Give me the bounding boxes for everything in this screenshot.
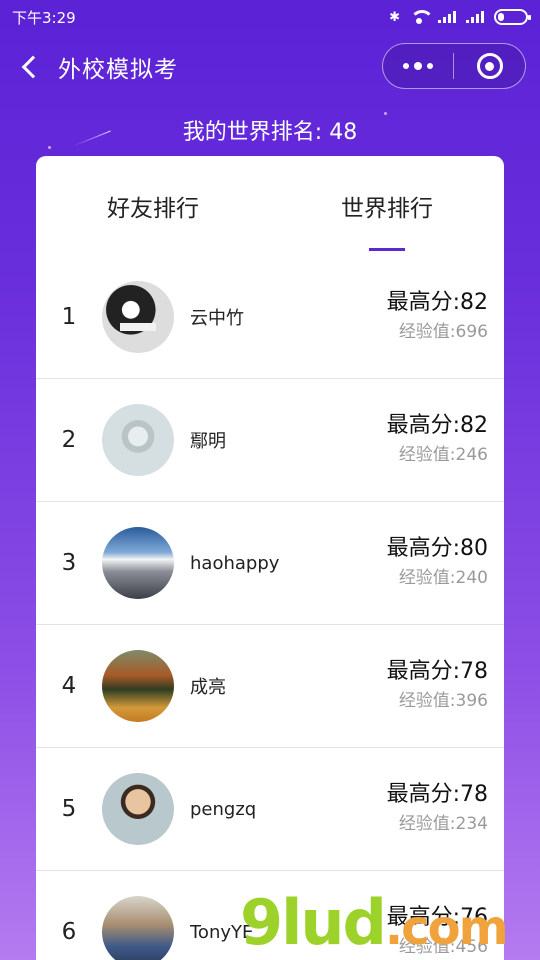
list-item[interactable]: 2 鄢明 最高分:82 经验值:246 <box>36 379 504 502</box>
close-button[interactable] <box>454 44 525 88</box>
best-score: 最高分:82 <box>386 413 488 438</box>
rank-number: 4 <box>61 673 77 699</box>
rank-number: 6 <box>61 919 77 945</box>
user-name: 云中竹 <box>190 308 244 329</box>
user-name: 成亮 <box>190 677 226 698</box>
avatar <box>102 281 174 353</box>
target-circle-icon <box>476 53 503 79</box>
tab-world-label: 世界排行 <box>341 196 433 222</box>
more-dots-icon <box>427 63 433 69</box>
tab-friends[interactable]: 好友排行 <box>36 156 270 256</box>
experience: 经验值:246 <box>398 445 488 465</box>
score-block: 最高分:76 经验值:456 <box>354 903 504 960</box>
best-score: 最高分:80 <box>386 536 488 561</box>
ranking-card: 好友排行 世界排行 1 云中竹 最高分:82 经验值:696 2 鄢明 最高分:… <box>36 156 504 960</box>
avatar <box>102 896 174 960</box>
best-score: 最高分:82 <box>386 290 488 315</box>
list-item[interactable]: 4 成亮 最高分:78 经验值:396 <box>36 625 504 748</box>
avatar <box>102 527 174 599</box>
user-name: haohappy <box>190 552 280 574</box>
experience: 经验值:456 <box>398 937 488 957</box>
status-time: 下午3:29 <box>12 8 76 27</box>
avatar <box>102 773 174 845</box>
experience: 经验值:696 <box>398 322 488 342</box>
score-block: 最高分:78 经验值:234 <box>354 780 504 838</box>
best-score: 最高分:76 <box>386 905 488 930</box>
user-name: 鄢明 <box>190 431 226 452</box>
experience: 经验值:234 <box>398 814 488 834</box>
list-item[interactable]: 1 云中竹 最高分:82 经验值:696 <box>36 256 504 379</box>
battery-icon <box>494 9 531 25</box>
signal-icon <box>466 11 484 23</box>
tab-world[interactable]: 世界排行 <box>270 156 504 256</box>
status-bar: 下午3:29 ✱ <box>0 0 540 34</box>
list-item[interactable]: 6 TonyYE 最高分:76 经验值:456 <box>36 871 504 960</box>
rank-number: 2 <box>61 427 77 453</box>
user-name: pengzq <box>190 798 257 820</box>
user-name: TonyYE <box>190 921 254 943</box>
more-button[interactable] <box>383 44 453 88</box>
bluetooth-icon: ✱ <box>389 9 400 25</box>
page-title: 外校模拟考 <box>58 57 178 83</box>
tab-active-indicator <box>369 248 405 251</box>
experience: 经验值:240 <box>398 568 488 588</box>
signal-icon <box>438 11 456 23</box>
rank-number: 3 <box>61 550 77 576</box>
list-item[interactable]: 3 haohappy 最高分:80 经验值:240 <box>36 502 504 625</box>
avatar <box>102 650 174 722</box>
wifi-icon <box>410 10 434 24</box>
score-block: 最高分:78 经验值:396 <box>354 657 504 715</box>
chevron-left-icon <box>21 55 45 79</box>
more-dots-icon <box>414 62 422 70</box>
experience: 经验值:396 <box>398 691 488 711</box>
sparkle <box>48 146 51 149</box>
world-rank-text: 我的世界排名: 48 <box>182 120 358 145</box>
tab-bar: 好友排行 世界排行 <box>36 156 504 256</box>
score-block: 最高分:82 经验值:246 <box>354 411 504 469</box>
mini-program-capsule <box>382 43 526 89</box>
score-block: 最高分:82 经验值:696 <box>354 288 504 346</box>
nav-bar: 外校模拟考 <box>0 38 540 96</box>
best-score: 最高分:78 <box>386 782 488 807</box>
list-item[interactable]: 5 pengzq 最高分:78 经验值:234 <box>36 748 504 871</box>
more-dots-icon <box>403 63 409 69</box>
back-button[interactable] <box>0 38 58 96</box>
status-icons: ✱ <box>389 9 531 25</box>
rank-number: 1 <box>61 304 77 330</box>
avatar <box>102 404 174 476</box>
rank-number: 5 <box>61 796 77 822</box>
score-block: 最高分:80 经验值:240 <box>354 534 504 592</box>
ranking-list: 1 云中竹 最高分:82 经验值:696 2 鄢明 最高分:82 经验值:246… <box>36 256 504 960</box>
best-score: 最高分:78 <box>386 659 488 684</box>
